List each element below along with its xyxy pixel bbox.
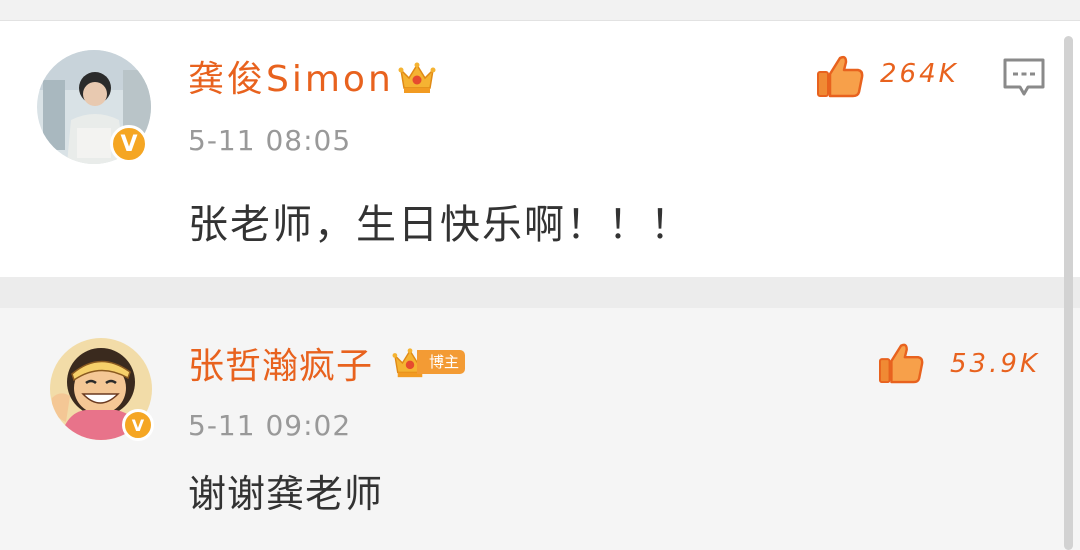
reply-text: 谢谢龚老师 [188,472,384,516]
comment-timestamp: 5-11 08:05 [188,124,352,157]
thumbs-up-icon[interactable] [878,340,924,384]
verified-badge: V [122,409,154,441]
verified-badge: V [110,125,148,163]
reply-timestamp: 5-11 09:02 [188,409,352,442]
thumbs-up-icon[interactable] [816,52,864,98]
like-count: 264K [880,59,959,89]
top-divider [0,0,1080,21]
scrollbar[interactable] [1064,36,1073,550]
author-tag: 博主 [417,350,466,374]
comment-author[interactable]: 龚俊Simon [188,58,394,102]
comment-text: 张老师，生日快乐啊！！！ [188,202,692,248]
reply-author[interactable]: 张哲瀚疯子 [188,345,373,389]
comment-bubble-icon[interactable] [1002,57,1046,99]
vip-crown-icon [398,62,436,93]
like-count: 53.9K [950,349,1040,379]
